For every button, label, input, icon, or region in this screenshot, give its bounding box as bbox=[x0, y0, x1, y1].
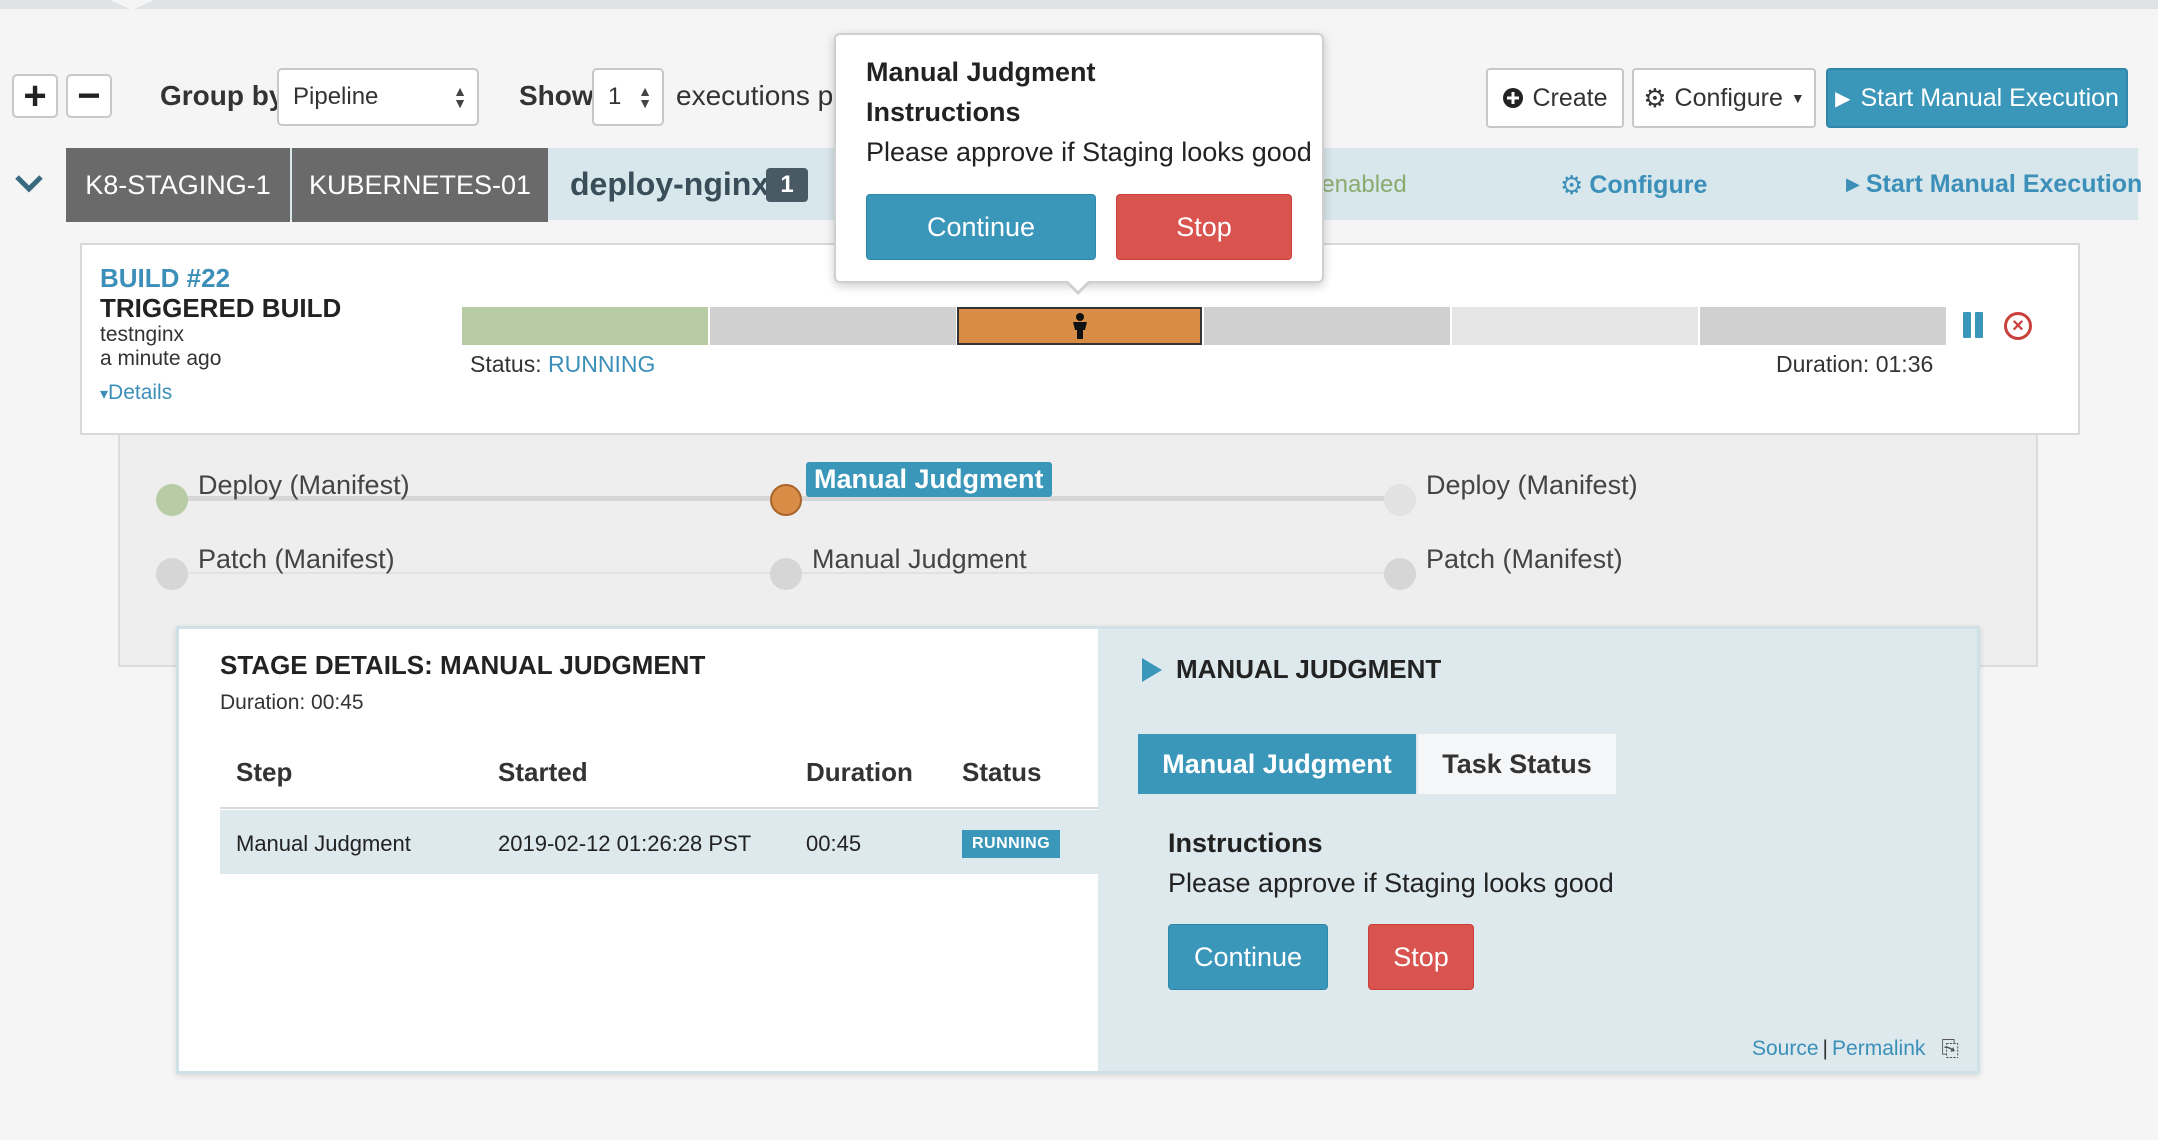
cell-started: 2019-02-12 01:26:28 PST bbox=[498, 831, 752, 856]
group-by-select[interactable]: Pipeline ▲ ▼ bbox=[277, 68, 479, 126]
configure-dropdown-button[interactable]: ⚙ Configure ▼ bbox=[1632, 68, 1816, 128]
instructions-heading: Instructions bbox=[1168, 828, 1323, 858]
progress-segment-running[interactable] bbox=[957, 307, 1202, 345]
show-count-select[interactable]: 1 ▲ ▼ bbox=[592, 68, 664, 126]
chevron-down-icon: ▾ bbox=[100, 386, 109, 403]
tab-manual-judgment[interactable]: Manual Judgment bbox=[1138, 734, 1416, 794]
collapse-all-button[interactable]: − bbox=[66, 74, 112, 118]
trigger-time: a minute ago bbox=[100, 347, 222, 370]
top-notch bbox=[110, 0, 154, 10]
graph-node-label[interactable]: Deploy (Manifest) bbox=[198, 470, 410, 501]
execution-duration: Duration: 01:36 bbox=[1776, 351, 1934, 377]
table-divider bbox=[220, 807, 1098, 809]
graph-node[interactable] bbox=[770, 558, 802, 590]
link-separator: | bbox=[1822, 1037, 1829, 1060]
execution-count-badge: 1 bbox=[766, 168, 808, 202]
progress-segment[interactable] bbox=[1700, 307, 1946, 345]
execution-status: Status: RUNNING bbox=[470, 351, 656, 377]
create-button[interactable]: Create bbox=[1486, 68, 1624, 128]
start-manual-execution-button[interactable]: ▶ Start Manual Execution bbox=[1826, 68, 2128, 128]
graph-node[interactable] bbox=[1384, 558, 1416, 590]
progress-segment[interactable] bbox=[710, 307, 956, 345]
column-header-step: Step bbox=[236, 757, 293, 787]
pipeline-start-manual-link[interactable]: ▶ Start Manual Execution bbox=[1846, 170, 2142, 199]
graph-node-label[interactable]: Manual Judgment bbox=[812, 544, 1027, 575]
continue-button[interactable]: Continue bbox=[1168, 924, 1328, 990]
column-header-started: Started bbox=[498, 757, 588, 787]
graph-node-label-active[interactable]: Manual Judgment bbox=[806, 462, 1052, 497]
stage-duration: Duration: 00:45 bbox=[220, 691, 364, 714]
popover-continue-button[interactable]: Continue bbox=[866, 194, 1096, 260]
graph-node[interactable] bbox=[1384, 484, 1416, 516]
graph-node[interactable] bbox=[156, 558, 188, 590]
play-icon: ▶ bbox=[1835, 87, 1851, 110]
popover-instructions-text: Please approve if Staging looks good bbox=[866, 137, 1312, 167]
account-tag: K8-STAGING-1 bbox=[66, 148, 290, 222]
progress-segment[interactable] bbox=[1204, 307, 1450, 345]
status-badge: RUNNING bbox=[962, 830, 1061, 858]
cell-duration: 00:45 bbox=[806, 831, 862, 856]
top-border bbox=[0, 0, 2158, 9]
popover-instructions-heading: Instructions bbox=[866, 97, 1021, 127]
stop-button[interactable]: Stop bbox=[1368, 924, 1474, 990]
cancel-icon[interactable]: × bbox=[2004, 312, 2032, 340]
plus-icon: + bbox=[23, 74, 47, 118]
person-icon bbox=[1072, 313, 1087, 339]
executions-text: executions pe bbox=[676, 80, 849, 111]
build-number[interactable]: BUILD #22 bbox=[100, 263, 230, 294]
column-header-duration: Duration bbox=[806, 757, 913, 787]
details-toggle[interactable]: ▾Details bbox=[100, 381, 172, 405]
plus-circle-icon bbox=[1503, 88, 1524, 108]
graph-node-running[interactable] bbox=[770, 484, 802, 516]
caret-down-icon: ▼ bbox=[1790, 90, 1805, 106]
play-icon bbox=[1142, 657, 1162, 682]
graph-node-succeeded[interactable] bbox=[156, 484, 188, 516]
instructions-text: Please approve if Staging looks good bbox=[1168, 868, 1614, 898]
group-by-label: Group by bbox=[160, 80, 285, 111]
graph-node-label[interactable]: Patch (Manifest) bbox=[198, 544, 395, 575]
graph-node-label[interactable]: Patch (Manifest) bbox=[1426, 544, 1623, 575]
column-header-status: Status bbox=[962, 757, 1042, 787]
trigger-type: TRIGGERED BUILD bbox=[100, 293, 342, 323]
trigger-user: testnginx bbox=[100, 323, 185, 346]
collapse-pipeline-chevron-icon[interactable] bbox=[14, 170, 44, 202]
stage-details-title: STAGE DETAILS: MANUAL JUDGMENT bbox=[220, 650, 706, 680]
pause-icon[interactable] bbox=[1963, 312, 1983, 338]
manual-judgment-heading[interactable]: MANUAL JUDGMENT bbox=[1142, 654, 1441, 685]
select-arrows-icon: ▲ ▼ bbox=[453, 83, 467, 111]
pipeline-name[interactable]: deploy-nginx bbox=[570, 166, 769, 203]
pipeline-configure-link[interactable]: ⚙ Configure bbox=[1560, 170, 1707, 201]
clipboard-icon[interactable]: ⎘ bbox=[1941, 1036, 1959, 1062]
account-tag: KUBERNETES-01 bbox=[292, 148, 548, 222]
status-value: RUNNING bbox=[548, 351, 656, 377]
select-arrows-icon: ▲ ▼ bbox=[638, 83, 652, 111]
source-link[interactable]: Source bbox=[1752, 1037, 1819, 1061]
show-count-value: 1 bbox=[608, 83, 622, 110]
permalink-link[interactable]: Permalink bbox=[1832, 1037, 1925, 1061]
gear-icon: ⚙ bbox=[1560, 170, 1584, 200]
expand-all-button[interactable]: + bbox=[12, 74, 58, 118]
show-label: Show bbox=[519, 80, 594, 111]
tab-task-status[interactable]: Task Status bbox=[1418, 734, 1616, 794]
graph-node-label[interactable]: Deploy (Manifest) bbox=[1426, 470, 1638, 501]
footer-links: Source | Permalink ⎘ bbox=[1752, 1036, 1959, 1062]
progress-segment[interactable] bbox=[1452, 307, 1698, 345]
play-icon: ▶ bbox=[1846, 174, 1860, 194]
minus-icon: − bbox=[77, 74, 101, 118]
cell-step: Manual Judgment bbox=[236, 831, 411, 856]
popover-arrow-fill bbox=[1066, 279, 1090, 291]
gear-icon: ⚙ bbox=[1643, 82, 1667, 113]
group-by-value: Pipeline bbox=[293, 83, 379, 110]
progress-segment-succeeded[interactable] bbox=[462, 307, 708, 345]
popover-title: Manual Judgment bbox=[866, 57, 1096, 87]
popover-stop-button[interactable]: Stop bbox=[1116, 194, 1292, 260]
